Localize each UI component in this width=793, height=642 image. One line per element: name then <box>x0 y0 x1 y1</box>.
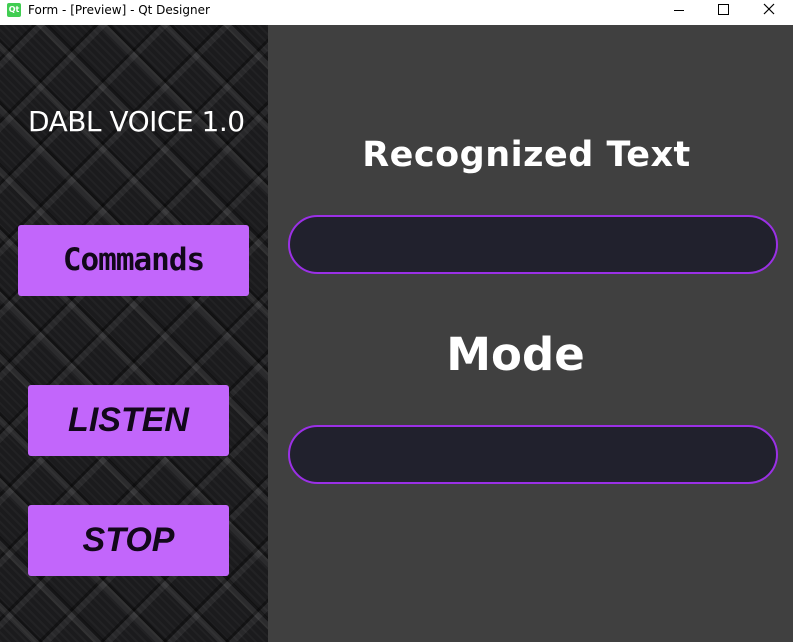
mode-label: Mode <box>446 328 585 381</box>
title-bar[interactable]: Qt Form - [Preview] - Qt Designer <box>0 0 793 23</box>
qt-app-icon: Qt <box>7 3 21 17</box>
minimize-button[interactable] <box>656 0 702 23</box>
recognized-text-field[interactable] <box>288 215 778 274</box>
app-window: Qt Form - [Preview] - Qt Designer DABL V… <box>0 0 793 642</box>
sidebar: DABL VOICE 1.0 Commands LISTEN STOP <box>0 25 268 642</box>
maximize-icon <box>718 4 729 15</box>
recognized-text-label: Recognized Text <box>362 135 691 175</box>
stop-button[interactable]: STOP <box>28 505 229 576</box>
close-icon <box>763 3 775 15</box>
main-panel: Recognized Text Mode <box>268 25 793 642</box>
form-body: DABL VOICE 1.0 Commands LISTEN STOP Reco… <box>0 25 793 642</box>
minimize-icon <box>674 10 684 11</box>
app-title: DABL VOICE 1.0 <box>28 105 245 138</box>
mode-field[interactable] <box>288 425 778 484</box>
maximize-button[interactable] <box>701 0 747 23</box>
close-button[interactable] <box>747 0 793 23</box>
commands-button[interactable]: Commands <box>18 225 249 296</box>
listen-button[interactable]: LISTEN <box>28 385 229 456</box>
window-title: Form - [Preview] - Qt Designer <box>28 3 210 17</box>
